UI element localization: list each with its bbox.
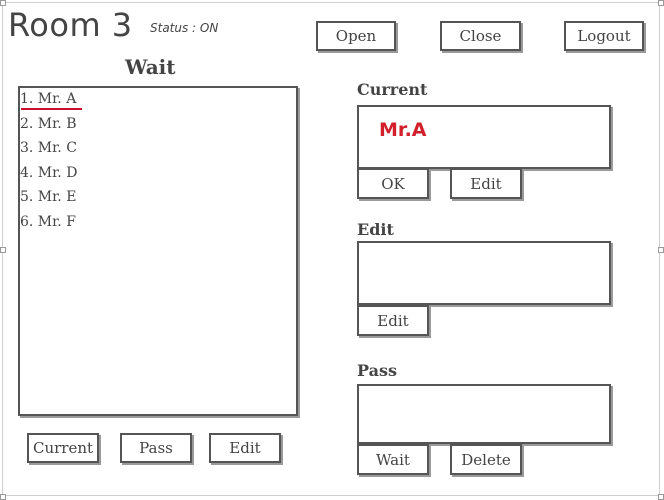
pass-field[interactable] bbox=[357, 384, 611, 444]
wait-list-item-label: 2. Mr. B bbox=[20, 116, 77, 132]
resize-handle-top-right bbox=[658, 0, 664, 6]
wait-list-item-label: 6. Mr. F bbox=[20, 214, 76, 230]
wait-edit-button[interactable]: Edit bbox=[209, 433, 281, 463]
current-edit-button[interactable]: Edit bbox=[450, 168, 522, 199]
open-button[interactable]: Open bbox=[316, 21, 396, 51]
wait-list-item-label: 5. Mr. E bbox=[20, 189, 77, 205]
resize-handle-right bbox=[658, 247, 664, 253]
status-label: Status : ON bbox=[150, 21, 219, 35]
edit-heading: Edit bbox=[357, 220, 394, 239]
wait-list-item-label: 3. Mr. C bbox=[20, 140, 77, 156]
edit-field[interactable] bbox=[357, 241, 611, 305]
wait-list-item-6[interactable]: 6. Mr. F bbox=[20, 211, 76, 233]
wait-pass-button[interactable]: Pass bbox=[120, 433, 192, 463]
wait-list-item-1[interactable]: 1. Mr. A bbox=[20, 88, 82, 110]
wait-list-item-2[interactable]: 2. Mr. B bbox=[20, 113, 77, 135]
resize-handle-bottom-right bbox=[658, 494, 664, 500]
selected-underline bbox=[21, 108, 82, 110]
current-name-value: Mr.A bbox=[379, 119, 427, 141]
wait-current-button[interactable]: Current bbox=[27, 433, 99, 463]
resize-handle-left bbox=[0, 247, 6, 253]
current-field[interactable]: Mr.A bbox=[357, 105, 611, 169]
pass-heading: Pass bbox=[357, 361, 397, 380]
page-title: Room 3 bbox=[8, 6, 133, 44]
close-button[interactable]: Close bbox=[440, 21, 521, 51]
current-heading: Current bbox=[357, 80, 428, 99]
pass-wait-button[interactable]: Wait bbox=[357, 444, 429, 475]
wait-list-item-label: 1. Mr. A bbox=[20, 91, 77, 107]
wait-list-item-3[interactable]: 3. Mr. C bbox=[20, 137, 77, 159]
resize-handle-top-left bbox=[0, 0, 6, 6]
logout-button[interactable]: Logout bbox=[564, 21, 644, 51]
current-ok-button[interactable]: OK bbox=[357, 168, 429, 199]
wait-heading: Wait bbox=[125, 55, 176, 79]
wait-list-item-4[interactable]: 4. Mr. D bbox=[20, 162, 77, 184]
pass-delete-button[interactable]: Delete bbox=[450, 444, 522, 475]
resize-handle-bottom-left bbox=[0, 494, 6, 500]
edit-edit-button[interactable]: Edit bbox=[357, 305, 429, 336]
wait-list-panel[interactable]: 1. Mr. A 2. Mr. B 3. Mr. C 4. Mr. D 5. M… bbox=[18, 86, 298, 416]
wait-list-item-label: 4. Mr. D bbox=[20, 165, 78, 181]
wait-list-item-5[interactable]: 5. Mr. E bbox=[20, 186, 76, 208]
